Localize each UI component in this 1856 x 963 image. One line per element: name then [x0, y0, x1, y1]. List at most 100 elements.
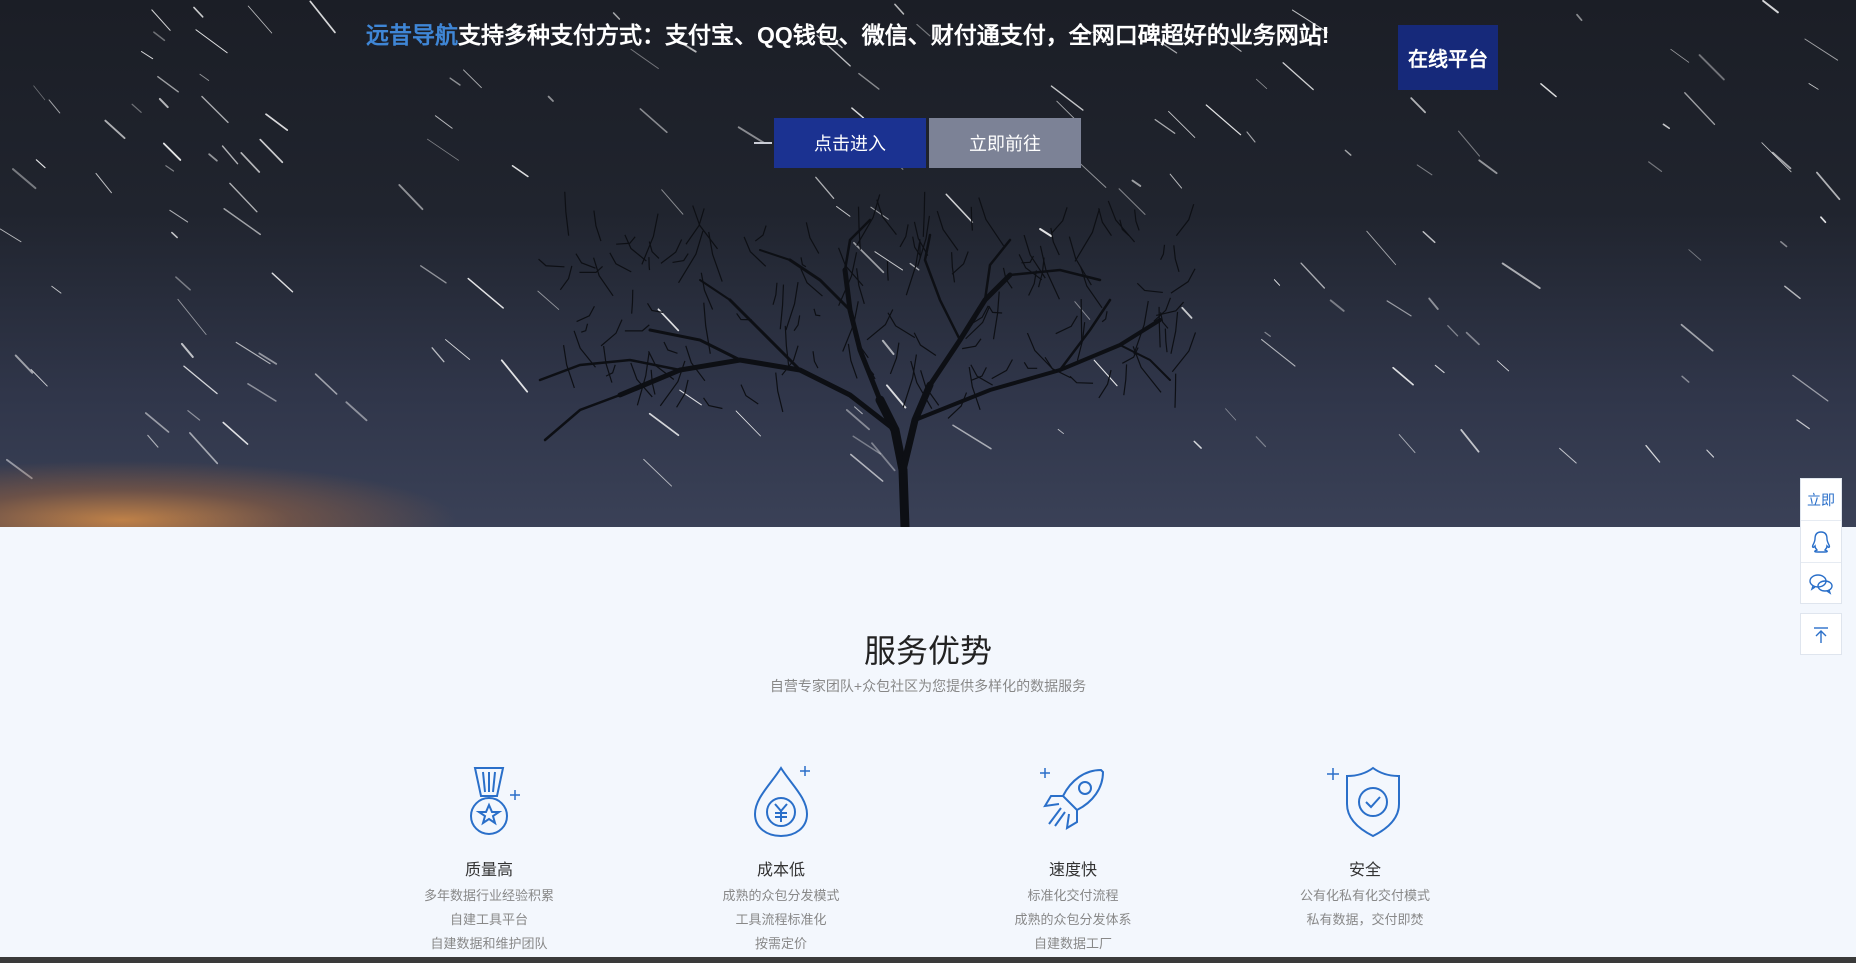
feature-line: 按需定价 [754, 936, 807, 951]
headline-text: 支持多种支付方式：支付宝、QQ钱包、微信、财付通支付，全网口碑超好的业务网站! [458, 22, 1330, 48]
back-to-top-panel [1800, 613, 1842, 655]
tree-twig [648, 257, 651, 271]
tree-twig [968, 366, 981, 411]
tree-twig [754, 225, 767, 242]
wechat-icon[interactable] [1801, 563, 1841, 605]
tree-twig [772, 282, 778, 305]
tree-twig [579, 265, 603, 274]
tree-twig [573, 330, 596, 368]
feature-name: 安全 [1348, 862, 1381, 879]
tree-twig [784, 325, 790, 370]
tree-twig [646, 302, 664, 314]
feature-cost: 成本低 成熟的众包分发模式 工具流程标准化 按需定价 [671, 760, 891, 956]
tree-twig [593, 210, 602, 242]
feature-line: 自建数据工厂 [1033, 936, 1112, 951]
enter-button[interactable]: 点击进入 [774, 118, 926, 168]
tree-twig [876, 199, 897, 236]
tree-twig [1134, 209, 1140, 231]
tree-twig [676, 379, 689, 408]
tree-twig [785, 282, 799, 331]
feature-name: 速度快 [1048, 862, 1097, 879]
tree-twig [1107, 200, 1136, 243]
tree-twig [600, 319, 623, 347]
feature-line: 自建数据和维护团队 [430, 936, 548, 951]
online-platform-button[interactable]: 在线平台 [1398, 25, 1498, 90]
tree-twig [775, 372, 784, 413]
rocket-icon [1033, 760, 1113, 840]
tree-twig [978, 197, 1005, 247]
tree-twig [576, 305, 595, 323]
tree-twig [847, 343, 858, 379]
tree-twig [992, 291, 1000, 340]
tree-twig [1080, 299, 1083, 344]
tree-twig [663, 341, 678, 354]
tree-twig [609, 252, 632, 273]
bottom-edge-bar [0, 957, 1856, 963]
back-to-top-icon[interactable] [1801, 614, 1841, 656]
tree-twig [672, 253, 689, 264]
tree-twig [886, 260, 889, 281]
tree-twig [1123, 364, 1128, 396]
tree-twig [1174, 373, 1177, 408]
feature-speed: 速度快 标准化交付流程 成熟的众包分发体系 自建数据工厂 [963, 760, 1183, 956]
tree-twig [575, 253, 596, 269]
tree-twig [660, 239, 683, 264]
feature-quality: 质量高 多年数据行业经验积累 自建工具平台 自建数据和维护团队 [379, 760, 599, 956]
yuan-drop-icon [741, 760, 821, 840]
tree-twig [1051, 207, 1068, 234]
tree-twig [1160, 244, 1166, 260]
tree-twig [950, 252, 956, 283]
tree-twig [902, 354, 918, 408]
feature-line: 成熟的众包分发模式 [722, 888, 840, 903]
tree-twig [603, 345, 613, 383]
tree-twig [962, 338, 982, 350]
tree-twig [970, 364, 993, 386]
tree-twig [889, 342, 900, 375]
tree-twig [700, 272, 714, 310]
feature-name: 质量高 [464, 862, 513, 879]
tree-twig [813, 308, 821, 317]
tree-twig [856, 268, 865, 304]
tree-twig [1175, 204, 1195, 237]
tree-twig [685, 345, 706, 382]
tree-twig [899, 224, 909, 248]
floating-sidebar: 立即 [1800, 478, 1842, 604]
feature-line: 多年数据行业经验积累 [423, 888, 554, 903]
tree-twig [951, 251, 969, 275]
tree-twig [564, 191, 570, 236]
tree-twig [913, 332, 937, 356]
feature-line: 自建工具平台 [449, 912, 528, 927]
tree-twig [636, 351, 650, 406]
tree-twig [805, 222, 820, 254]
feature-line: 私有数据，交付即焚 [1306, 912, 1424, 927]
section-subtitle: 自营专家团队+众包社区为您提供多样化的数据服务 [769, 678, 1087, 694]
qq-icon[interactable] [1801, 521, 1841, 563]
tree-twig [838, 247, 864, 287]
tree-twig [779, 284, 785, 330]
hero-banner: 远昔导航支持多种支付方式：支付宝、QQ钱包、微信、财付通支付，全网口碑超好的业务… [0, 0, 1856, 527]
tree-twig [1050, 227, 1060, 256]
tree-twig [631, 289, 634, 314]
tree-twig [1171, 332, 1197, 373]
go-now-button[interactable]: 立即前往 [929, 118, 1081, 168]
tree-twig [559, 265, 573, 291]
tree-twig [624, 234, 647, 262]
hero-headline: 远昔导航支持多种支付方式：支付宝、QQ钱包、微信、财付通支付，全网口碑超好的业务… [366, 16, 1386, 50]
tree-twig [1136, 282, 1163, 294]
now-button[interactable]: 立即 [1801, 479, 1841, 521]
feature-security: 安全 公有化私有化交付模式 私有数据，交付即焚 [1255, 760, 1475, 932]
tree-twig [887, 312, 916, 339]
feature-line: 公有化私有化交付模式 [1299, 888, 1430, 903]
decorative-dash [754, 142, 772, 144]
tree-twig [692, 205, 718, 250]
tree-twig [1170, 311, 1179, 354]
tree-twig [988, 305, 1003, 314]
tree-twig [538, 258, 565, 268]
tree-twig [641, 213, 659, 265]
tree-twig [624, 324, 650, 332]
tree-twig [793, 315, 801, 332]
tree-twig [678, 230, 704, 284]
tree-twig [1098, 208, 1112, 236]
tree-twig [922, 191, 926, 237]
tree-twig [800, 257, 807, 268]
